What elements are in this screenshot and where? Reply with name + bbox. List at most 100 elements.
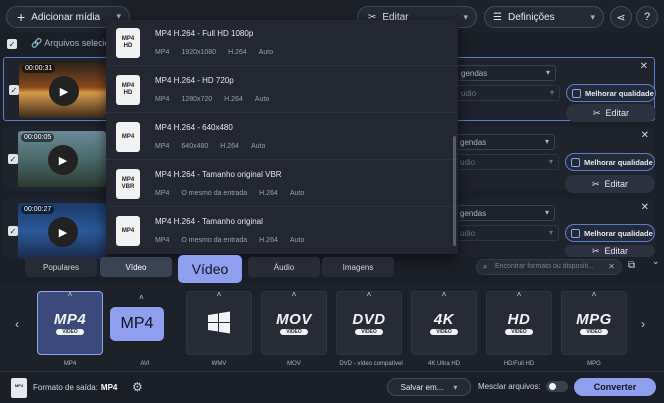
preset-item[interactable]: MP4 HD MP4 H.264 - Full HD 1080p MP4 1920x… <box>106 20 458 66</box>
mp4-file-icon: MP4 <box>116 216 140 246</box>
preset-title: MP4 H.264 - Full HD 1080p <box>155 29 254 38</box>
settings-button[interactable]: ☰ Definições ▾ <box>484 6 604 28</box>
preset-dropdown: MP4 HD MP4 H.264 - Full HD 1080p MP4 1920x… <box>106 20 458 254</box>
tab-audio[interactable]: Áudio <box>248 257 320 277</box>
chevron-up-icon: ˄ <box>139 293 144 302</box>
enhance-icon <box>572 88 581 98</box>
chevron-up-icon: ˄ <box>366 290 372 299</box>
close-icon[interactable]: ✕ <box>641 130 649 141</box>
device-icon[interactable]: ⧉ <box>628 260 635 271</box>
scissors-icon: ✂ <box>592 107 601 118</box>
arrow-left-icon[interactable]: ‹ <box>15 317 19 331</box>
merge-files-toggle[interactable] <box>546 381 568 392</box>
chevron-down-icon: ▾ <box>463 11 468 22</box>
merge-files-label: Mesclar arquivos: <box>478 382 541 391</box>
bottom-bar: MP4 Formato de saída: MP4 ⚙ Salvar em... … <box>0 371 664 403</box>
chevron-up-icon: ˄ <box>216 290 222 299</box>
dropdown-scrollbar[interactable] <box>453 136 456 246</box>
chevron-down-icon: ▾ <box>545 68 550 77</box>
windows-icon <box>208 311 230 334</box>
help-icon: ? <box>643 11 651 23</box>
play-icon[interactable]: ▶ <box>48 217 78 247</box>
subtitles-select[interactable]: gendas ▾ <box>455 134 555 150</box>
play-icon[interactable]: ▶ <box>49 76 79 106</box>
format-label: MPG <box>587 361 601 367</box>
file-checkbox[interactable]: ✓ <box>8 226 18 236</box>
file-edit-button[interactable]: ✂ Editar <box>565 175 655 193</box>
chevron-up-icon: ˄ <box>591 290 597 299</box>
format-4k[interactable]: ˄ 4K VIDEO <box>411 290 477 355</box>
close-icon[interactable]: ✕ <box>608 262 615 271</box>
format-label: MOV <box>287 361 301 367</box>
file-edit-button[interactable]: ✂ Editar <box>565 245 655 257</box>
format-label: MP4 <box>63 361 77 367</box>
chevron-up-icon: ˄ <box>516 290 522 299</box>
scissors-icon: ✂ <box>591 245 600 256</box>
output-format-icon: MP4 <box>11 378 27 398</box>
help-button[interactable]: ? <box>636 6 658 28</box>
format-dvd[interactable]: ˄ DVD VIDEO <box>336 290 402 355</box>
preset-item[interactable]: MP4 VBR MP4 H.264 - Tamanho original VBR … <box>106 161 458 207</box>
format-label: AVI <box>140 361 150 367</box>
enhance-quality-button[interactable]: Melhorar qualidade <box>565 224 655 242</box>
preset-details: MP4 1920x1080 H.264 Auto <box>155 49 274 56</box>
enhance-icon <box>571 157 580 167</box>
preset-item[interactable]: MP4 MP4 H.264 - 640x480 MP4 640x480 H.264 A… <box>106 114 458 160</box>
share-button[interactable]: ⋖ <box>610 6 632 28</box>
close-icon[interactable]: ✕ <box>641 202 649 213</box>
select-all-checkbox[interactable]: ✓ <box>7 39 17 49</box>
format-row: ‹ ˄ MP4 VIDEO MP4 MP4 ˄ AVI ˄ WMV ˄ MOV … <box>0 283 664 371</box>
format-mov[interactable]: ˄ MOV VIDEO <box>261 290 327 355</box>
arrow-right-icon[interactable]: › <box>641 317 645 331</box>
tab-populares[interactable]: Populares <box>25 257 97 277</box>
search-icon: ⌕ <box>483 262 488 271</box>
file-checkbox[interactable]: ✓ <box>8 154 18 164</box>
mp4-file-icon: MP4 HD <box>116 75 140 105</box>
tab-video[interactable]: Vídeo <box>100 257 172 277</box>
tab-video-tooltip: Vídeo <box>178 255 242 283</box>
close-icon[interactable]: ✕ <box>640 61 648 72</box>
mp4-file-icon: MP4 HD <box>116 28 140 58</box>
video-thumbnail[interactable]: 00:00:05 ▶ <box>18 131 106 187</box>
format-wmv[interactable]: ˄ <box>186 290 252 355</box>
format-label: WMV <box>211 361 227 367</box>
video-thumbnail[interactable]: 00:00:31 ▶ <box>19 62 107 118</box>
plus-icon: + <box>17 9 26 25</box>
tab-imagens[interactable]: Imagens <box>322 257 394 277</box>
subtitles-select[interactable]: gendas ▾ <box>455 205 555 221</box>
save-label: Salvar em... <box>400 382 444 392</box>
chevron-up-icon: ˄ <box>291 290 297 299</box>
audio-select[interactable]: udio ▾ <box>455 225 559 241</box>
file-edit-button[interactable]: ✂ Editar <box>566 104 656 122</box>
preset-item[interactable]: MP4 MP4 H.264 - Tamanho original MP4 O me… <box>106 208 458 254</box>
scissors-icon: ✂ <box>591 178 600 189</box>
enhance-quality-button[interactable]: Melhorar qualidade <box>565 153 655 171</box>
file-checkbox[interactable]: ✓ <box>9 85 19 95</box>
duration: 00:00:27 <box>21 205 55 214</box>
share-icon: ⋖ <box>616 11 626 24</box>
audio-select[interactable]: udio ▾ <box>456 85 560 101</box>
preset-details: MP4 O mesmo da entrada H.264 Auto <box>155 237 305 244</box>
gear-icon[interactable]: ⚙ <box>132 380 143 394</box>
play-icon[interactable]: ▶ <box>48 145 78 175</box>
chevron-down-icon: ▾ <box>548 228 553 237</box>
format-hd[interactable]: ˄ HD VIDEO <box>486 290 552 355</box>
subtitles-select[interactable]: gendas ▾ <box>456 65 556 81</box>
preset-title: MP4 H.264 - Tamanho original VBR <box>155 170 282 179</box>
preset-title: MP4 H.264 - HD 720p <box>155 76 234 85</box>
enhance-icon <box>571 228 580 238</box>
convert-button[interactable]: Converter <box>574 378 656 396</box>
chevron-down-icon: ▾ <box>544 137 549 146</box>
toggle-knob <box>549 383 556 390</box>
save-to-button[interactable]: Salvar em... ▾ <box>387 378 471 396</box>
preset-item[interactable]: MP4 HD MP4 H.264 - HD 720p MP4 1280x720 H.2… <box>106 67 458 113</box>
chevron-down-icon: ▾ <box>590 11 595 22</box>
format-search-input[interactable]: ⌕ Encontrar formato ou dispositi... ✕ <box>476 259 622 275</box>
format-mp4[interactable]: ˄ MP4 VIDEO <box>37 290 103 355</box>
audio-select[interactable]: udio ▾ <box>455 154 559 170</box>
duration: 00:00:31 <box>22 64 56 73</box>
video-thumbnail[interactable]: 00:00:27 ▶ <box>18 203 106 259</box>
format-mpg[interactable]: ˄ MPG VIDEO <box>561 290 627 355</box>
enhance-quality-button[interactable]: Melhorar qualidade <box>566 84 656 102</box>
chevron-down-icon: ▾ <box>548 157 553 166</box>
